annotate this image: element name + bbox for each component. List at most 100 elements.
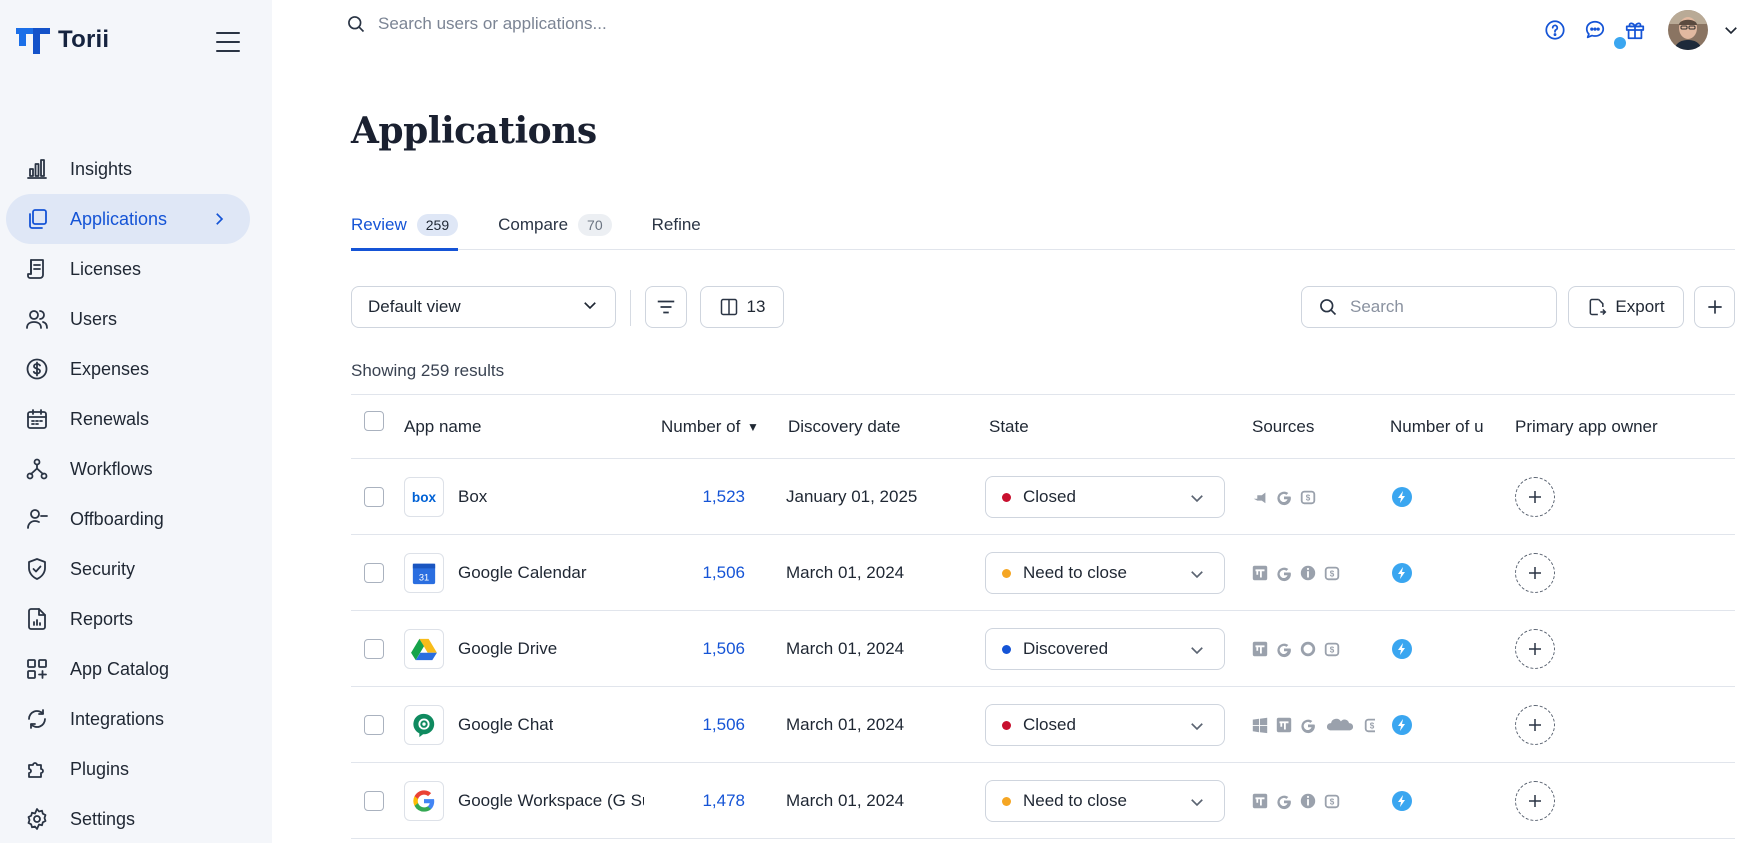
state-dropdown[interactable]: Discovered [985, 628, 1225, 670]
column-app-name[interactable]: App name [404, 417, 482, 437]
global-search-input[interactable] [378, 14, 778, 34]
table-row[interactable]: Google Workspace (G Suite) 1,478 March 0… [351, 763, 1735, 839]
tab-refine[interactable]: Refine [652, 200, 701, 250]
column-sources[interactable]: Sources [1252, 417, 1314, 437]
sidebar-item-plugins[interactable]: Plugins [6, 744, 250, 794]
sync-icon [24, 706, 50, 732]
sidebar-item-renewals[interactable]: Renewals [6, 394, 250, 444]
table-row[interactable]: Google Drive 1,506 March 01, 2024 Discov… [351, 611, 1735, 687]
table-row[interactable]: box Box 1,523 January 01, 2025 Closed $ [351, 459, 1735, 535]
ring-icon [1299, 640, 1317, 658]
discovery-date: March 01, 2024 [786, 715, 905, 734]
add-owner-button[interactable] [1515, 477, 1555, 517]
app-name-cell[interactable]: Google Chat [404, 687, 553, 763]
state-dropdown[interactable]: Need to close [985, 552, 1225, 594]
row-checkbox[interactable] [364, 763, 384, 839]
menu-toggle-icon[interactable] [216, 32, 240, 52]
sort-desc-icon[interactable]: ▼ [747, 420, 759, 434]
view-select[interactable]: Default view [351, 286, 616, 328]
tab-review[interactable]: Review 259 [351, 200, 459, 251]
users-source-cell [1392, 459, 1412, 535]
sidebar-item-licenses[interactable]: Licenses [6, 244, 250, 294]
grid-plus-icon [24, 656, 50, 682]
number-value[interactable]: 1,506 [635, 611, 745, 687]
sidebar-item-integrations[interactable]: Integrations [6, 694, 250, 744]
table-search-input[interactable] [1350, 297, 1540, 317]
page-title: Applications [351, 110, 597, 152]
windows-icon [1251, 716, 1269, 734]
users-source-cell [1392, 611, 1412, 687]
column-primary-owner[interactable]: Primary app owner [1515, 417, 1658, 437]
dollar-circle-icon [24, 356, 50, 382]
global-search [346, 14, 778, 34]
info-circle-icon [1299, 792, 1317, 810]
sidebar-item-app-catalog[interactable]: App Catalog [6, 644, 250, 694]
table-row[interactable]: Google Chat 1,506 March 01, 2024 Closed … [351, 687, 1735, 763]
brand-name: Torii [58, 26, 110, 53]
discovery-date: March 01, 2024 [786, 791, 905, 810]
expense-icon: $ [1299, 488, 1317, 506]
app-name-cell[interactable]: box Box [404, 459, 487, 535]
row-checkbox[interactable] [364, 611, 384, 687]
number-value[interactable]: 1,506 [635, 687, 745, 763]
columns-button[interactable]: 13 [700, 286, 784, 328]
app-name-cell[interactable]: Google Workspace (G Suite) [404, 763, 644, 839]
table-header: App name Number of ▼ Discovery date Stat… [351, 395, 1735, 459]
help-icon[interactable] [1542, 17, 1568, 43]
state-dropdown[interactable]: Closed [985, 704, 1225, 746]
filter-button[interactable] [645, 286, 687, 328]
app-name: Google Calendar [458, 563, 587, 582]
add-app-button[interactable] [1694, 286, 1735, 328]
sidebar-item-users[interactable]: Users [6, 294, 250, 344]
number-value[interactable]: 1,478 [635, 763, 745, 839]
top-actions [1542, 10, 1740, 50]
users-source-cell [1392, 763, 1412, 839]
sidebar-item-settings[interactable]: Settings [6, 794, 250, 843]
expense-icon: $ [1323, 792, 1341, 810]
sidebar-item-reports[interactable]: Reports [6, 594, 250, 644]
sidebar-item-workflows[interactable]: Workflows [6, 444, 250, 494]
app-name-cell[interactable]: 31 Google Calendar [404, 535, 587, 611]
svg-text:box: box [412, 490, 437, 505]
google-logo [404, 781, 444, 821]
app-name: Google Workspace (G Suite) [458, 791, 644, 810]
chevron-down-icon[interactable] [1722, 21, 1740, 39]
select-all-checkbox[interactable] [364, 411, 384, 431]
row-checkbox[interactable] [364, 535, 384, 611]
sidebar-item-offboarding[interactable]: Offboarding [6, 494, 250, 544]
tab-compare[interactable]: Compare 70 [498, 200, 612, 250]
row-checkbox[interactable] [364, 459, 384, 535]
chat-icon[interactable] [1582, 17, 1608, 43]
add-owner-button[interactable] [1515, 705, 1555, 745]
number-value[interactable]: 1,506 [635, 535, 745, 611]
add-owner-button[interactable] [1515, 553, 1555, 593]
gear-icon [24, 806, 50, 832]
state-dropdown[interactable]: Need to close [985, 780, 1225, 822]
sources-cell: $ [1251, 763, 1375, 839]
add-owner-button[interactable] [1515, 781, 1555, 821]
sidebar-item-security[interactable]: Security [6, 544, 250, 594]
row-checkbox[interactable] [364, 687, 384, 763]
chevron-down-icon [1188, 641, 1206, 664]
column-discovery-date[interactable]: Discovery date [788, 417, 900, 437]
avatar[interactable] [1668, 10, 1708, 50]
app-name-cell[interactable]: Google Drive [404, 611, 557, 687]
column-state[interactable]: State [989, 417, 1029, 437]
torii-logo[interactable]: Torii [16, 26, 109, 54]
column-number-of[interactable]: Number of [661, 417, 745, 437]
chevron-down-icon [1188, 717, 1206, 740]
number-value[interactable]: 1,523 [635, 459, 745, 535]
sidebar-item-applications[interactable]: Applications [6, 194, 250, 244]
export-button[interactable]: Export [1568, 286, 1684, 328]
gift-icon[interactable] [1614, 17, 1648, 49]
state-cell: Need to close [985, 763, 1225, 822]
column-number-of-users[interactable]: Number of u [1390, 417, 1490, 437]
table-row[interactable]: 31 Google Calendar 1,506 March 01, 2024 … [351, 535, 1735, 611]
sidebar-item-expenses[interactable]: Expenses [6, 344, 250, 394]
torii-icon [1251, 640, 1269, 658]
state-dropdown[interactable]: Closed [985, 476, 1225, 518]
sidebar-item-insights[interactable]: Insights [6, 144, 250, 194]
add-owner-button[interactable] [1515, 629, 1555, 669]
table-search[interactable] [1301, 286, 1557, 328]
sidebar-item-label: Plugins [70, 758, 130, 779]
